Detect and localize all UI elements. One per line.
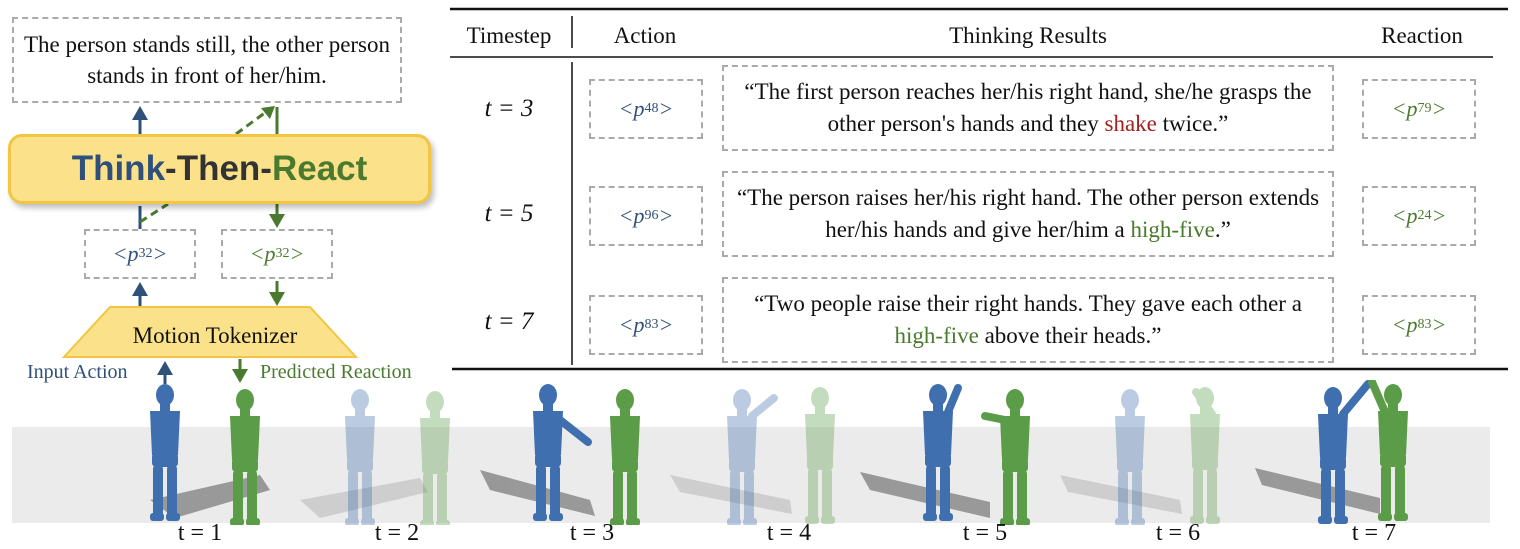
arm-raise-5: [944, 384, 962, 416]
token-close: >: [1431, 96, 1447, 121]
token-sub: 83: [1417, 317, 1432, 332]
token-open: <p: [618, 96, 645, 121]
header-reaction: Reaction: [1381, 23, 1463, 48]
header-timestep: Timestep: [466, 23, 552, 48]
row1-timestep: t = 3: [484, 95, 534, 122]
person-action-4: [727, 389, 757, 525]
token-sub: 24: [1417, 208, 1432, 223]
timeline-label-4: t = 4: [766, 519, 812, 546]
arm-highfive-7: [1339, 380, 1372, 418]
token-open: <p: [618, 312, 645, 337]
token-close: >: [658, 312, 674, 337]
token-close: >: [658, 203, 674, 228]
text-before: “The person raises her/his right hand. T…: [736, 185, 1320, 242]
row3-timestep: t = 7: [484, 308, 534, 335]
text-after: twice.”: [1156, 111, 1229, 136]
row2-thinking-text: “The person raises her/his right hand. T…: [734, 182, 1322, 246]
timeline-label-1: t = 1: [177, 519, 223, 546]
header-action: Action: [613, 23, 677, 48]
motion-sequence: [150, 380, 1408, 525]
token-open: <p: [1391, 312, 1418, 337]
header-thinking: Thinking Results: [949, 23, 1107, 48]
row2-action-token: <p 96 >: [589, 186, 703, 246]
token-sub: 79: [1417, 101, 1432, 116]
token-sub: 83: [644, 317, 659, 332]
person-action-6: [1115, 389, 1145, 525]
row2-reaction-token: <p 24 >: [1362, 186, 1476, 246]
person-reaction-4: [805, 387, 835, 524]
person-reaction-3: [610, 389, 640, 525]
row1-thinking-text: “The first person reaches her/his right …: [734, 76, 1322, 140]
timeline-label-6: t = 6: [1155, 519, 1201, 546]
timeline-label-2: t = 2: [374, 519, 420, 546]
shadow-7: [1255, 468, 1380, 514]
timeline-label-7: t = 7: [1351, 519, 1397, 546]
highlight-word: high-five: [1130, 217, 1215, 242]
person-reaction-2: [420, 391, 450, 525]
person-reaction-1: [230, 389, 260, 525]
token-sub: 96: [644, 208, 659, 223]
row3-action-token: <p 83 >: [589, 295, 703, 355]
text-after: above their heads.”: [978, 323, 1162, 348]
person-reaction-5: [1000, 389, 1030, 525]
row1-reaction-token: <p 79 >: [1362, 79, 1476, 139]
arm-raise-4: [748, 394, 778, 420]
row3-reaction-token: <p 83 >: [1362, 295, 1476, 355]
row3-thinking-text: “Two people raise their right hands. The…: [734, 288, 1322, 352]
row3-thinking-box: “Two people raise their right hands. The…: [722, 277, 1334, 363]
highlight-word: shake: [1104, 111, 1157, 136]
shadow-5: [860, 472, 990, 518]
token-open: <p: [1391, 203, 1418, 228]
timeline-label-5: t = 5: [962, 519, 1008, 546]
token-open: <p: [1391, 96, 1418, 121]
arm-extend-5: [981, 412, 1009, 424]
arm-reach-3: [556, 416, 592, 446]
token-close: >: [1431, 312, 1447, 337]
text-after: .”: [1214, 217, 1231, 242]
row1-thinking-box: “The first person reaches her/his right …: [722, 65, 1334, 151]
highlight-word: high-five: [894, 323, 979, 348]
text-before: “Two people raise their right hands. The…: [754, 291, 1302, 316]
arm-highfive-react-7: [1368, 380, 1389, 416]
timeline-label-3: t = 3: [569, 519, 615, 546]
row2-thinking-box: “The person raises her/his right hand. T…: [722, 171, 1334, 257]
row2-timestep: t = 5: [484, 200, 534, 227]
token-sub: 48: [644, 101, 659, 116]
token-open: <p: [618, 203, 645, 228]
token-close: >: [1431, 203, 1447, 228]
row1-action-token: <p 48 >: [589, 79, 703, 139]
token-close: >: [658, 96, 674, 121]
